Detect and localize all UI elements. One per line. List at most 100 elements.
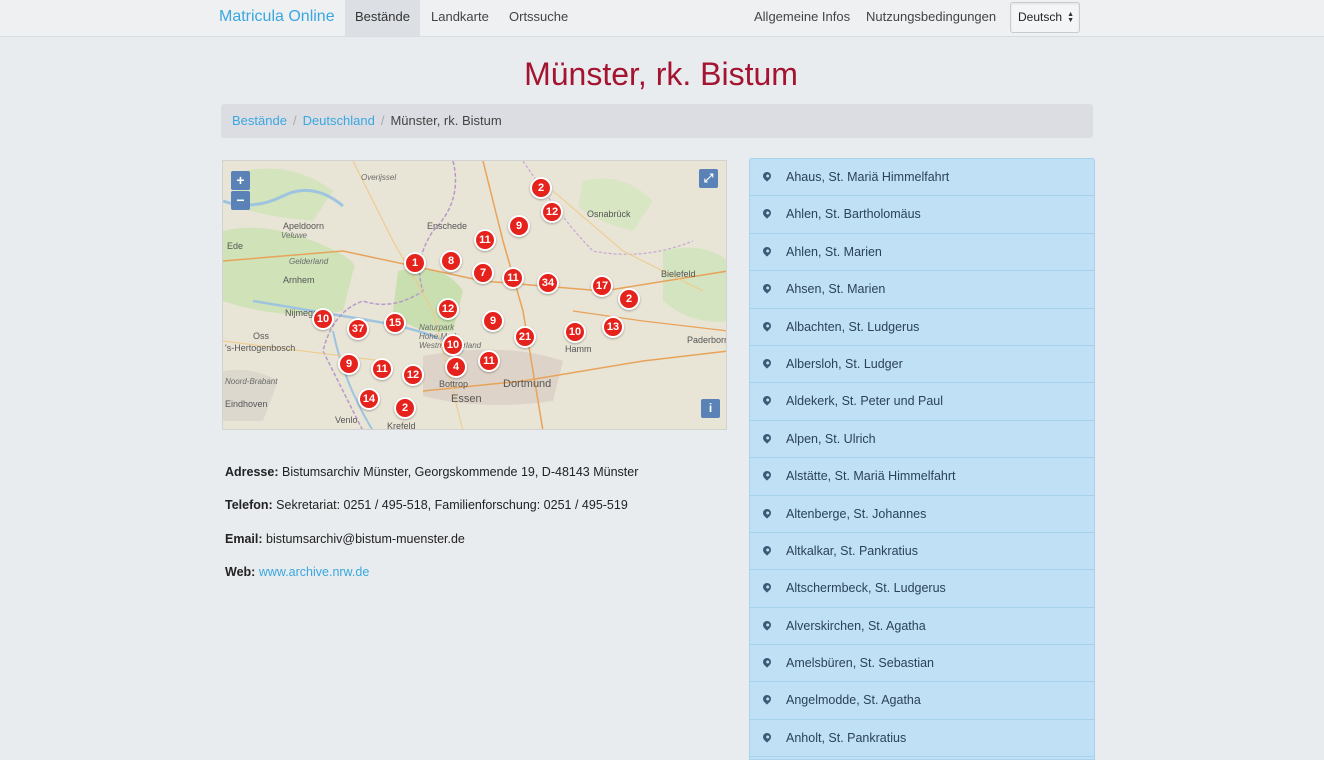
map-marker[interactable]: 11 [474,229,496,251]
list-item[interactable]: Ahsen, St. Marien [750,271,1094,309]
map-marker[interactable]: 11 [502,267,524,289]
map-marker[interactable]: 21 [514,326,536,348]
map-marker[interactable]: 9 [338,353,360,375]
list-item[interactable]: Angelmodde, St. Agatha [750,682,1094,720]
map-marker[interactable]: 37 [347,318,369,340]
map-pin-icon [761,581,773,593]
map-marker[interactable]: 10 [312,308,334,330]
web-link[interactable]: www.archive.nrw.de [259,565,369,579]
list-item[interactable]: Altenberge, St. Johannes [750,496,1094,533]
parish-name: Albersloh, St. Ludger [786,356,903,371]
map-marker[interactable]: 8 [440,250,462,272]
breadcrumb-separator: / [292,113,297,128]
map-label-ede: Ede [227,241,244,251]
map-pin-icon [761,207,773,220]
map-pin-icon [761,469,773,481]
select-arrows-icon: ▲ ▼ [1067,11,1074,24]
map-label-apeldoorn: Apeldoorn [283,221,325,231]
map-label-eindhoven: Eindhoven [225,399,268,409]
map-marker[interactable]: 2 [530,177,552,199]
map-marker[interactable]: 12 [541,201,563,223]
map-label-dortmund: Dortmund [503,378,552,390]
map-marker[interactable]: 12 [437,298,459,320]
parish-name: Ahlen, St. Marien [786,244,882,259]
nav-allgemeine-infos[interactable]: Allgemeine Infos [744,0,860,36]
map-marker[interactable]: 2 [394,397,416,419]
zoom-in-button[interactable]: + [231,171,250,190]
map-marker[interactable]: 9 [508,215,530,237]
zoom-out-button[interactable]: − [231,191,250,210]
list-item[interactable]: Ahaus, St. Mariä Himmelfahrt [750,159,1094,197]
nav-nutzungsbedingungen[interactable]: Nutzungsbedingungen [856,0,1006,36]
list-item[interactable]: Alverskirchen, St. Agatha [750,608,1094,646]
list-item[interactable]: Amelsbüren, St. Sebastian [750,645,1094,683]
list-item[interactable]: Ahlen, St. Bartholomäus [750,196,1094,234]
nav-ortssuche[interactable]: Ortssuche [499,0,578,36]
map-label-osnabrueck: Osnabrück [587,209,631,219]
map-marker[interactable]: 4 [445,356,467,378]
map-label-noord-brabant: Noord-Brabant [225,377,278,386]
parish-name: Alverskirchen, St. Agatha [786,618,926,633]
map-marker[interactable]: 7 [472,262,494,284]
map-label-venlo: Venlo [335,415,358,425]
parish-name: Alpen, St. Ulrich [786,431,876,446]
map-pin-icon [761,693,773,706]
map-label-arnhem: Arnhem [283,275,315,285]
breadcrumb-bestaende[interactable]: Bestände [232,113,287,128]
map-label-gelderland: Gelderland [289,257,329,266]
map-marker[interactable]: 1 [404,252,426,274]
map-label-hertogenbosch: 's-Hertogenbosch [225,343,296,353]
list-item[interactable]: Ahlen, St. Marien [750,234,1094,272]
address-line: Adresse: Bistumsarchiv Münster, Georgsko… [225,465,638,479]
email-value: bistumsarchiv@bistum-muenster.de [266,532,465,546]
list-item[interactable]: Altschermbeck, St. Ludgerus [750,570,1094,608]
phone-label: Telefon: [225,498,273,512]
map-label-bielefeld: Bielefeld [661,269,696,279]
list-item[interactable]: Alstätte, St. Mariä Himmelfahrt [750,458,1094,496]
map-marker[interactable]: 34 [537,272,559,294]
map-marker[interactable]: 15 [384,312,406,334]
map-pin-icon [761,506,773,519]
map-pin-icon [761,544,773,556]
web-label: Web: [225,565,256,579]
map-marker[interactable]: 13 [602,316,624,338]
map-label-oss: Oss [253,331,270,341]
brand-link[interactable]: Matricula Online [219,8,335,26]
map-info-button[interactable]: i [701,399,720,418]
parish-name: Ahlen, St. Bartholomäus [786,207,921,222]
nav-bestaende[interactable]: Bestände [345,0,420,36]
parish-name: Albachten, St. Ludgerus [786,319,920,334]
map-view[interactable]: Overijssel Apeldoorn Veluwe Enschede Osn… [222,160,727,430]
map-marker[interactable]: 10 [564,321,586,343]
map-marker[interactable]: 14 [358,388,380,410]
parish-name: Alstätte, St. Mariä Himmelfahrt [786,469,956,484]
breadcrumb-deutschland[interactable]: Deutschland [303,113,375,128]
expand-icon: ⤢ [703,171,714,185]
list-item[interactable]: Albersloh, St. Ludger [750,346,1094,384]
email-line: Email: bistumsarchiv@bistum-muenster.de [225,532,465,546]
list-item[interactable]: Alpen, St. Ulrich [750,421,1094,459]
list-item[interactable]: Altkalkar, St. Pankratius [750,533,1094,571]
map-marker[interactable]: 11 [371,358,393,380]
map-label-essen: Essen [451,393,482,405]
map-marker[interactable]: 17 [591,275,613,297]
fullscreen-button[interactable]: ⤢ [699,169,718,188]
nav-landkarte[interactable]: Landkarte [421,0,499,36]
map-marker[interactable]: 11 [478,350,500,372]
address-label: Adresse: [225,465,279,479]
list-item[interactable]: Anholt, St. Pankratius [750,720,1094,758]
list-item[interactable]: Albachten, St. Ludgerus [750,309,1094,346]
map-label-bottrop: Bottrop [439,379,469,389]
map-pin-icon [761,619,773,631]
email-label: Email: [225,532,263,546]
breadcrumb-separator: / [380,113,385,128]
map-marker[interactable]: 12 [402,364,424,386]
list-item[interactable]: Aldekerk, St. Peter und Paul [750,383,1094,421]
map-marker[interactable]: 9 [482,310,504,332]
map-marker[interactable]: 10 [442,334,464,356]
parish-name: Amelsbüren, St. Sebastian [786,656,934,671]
map-marker[interactable]: 2 [618,288,640,310]
language-select[interactable]: Deutsch ▲ ▼ [1010,2,1080,33]
map-label-krefeld: Krefeld [387,421,416,430]
map-pin-icon [761,319,773,332]
